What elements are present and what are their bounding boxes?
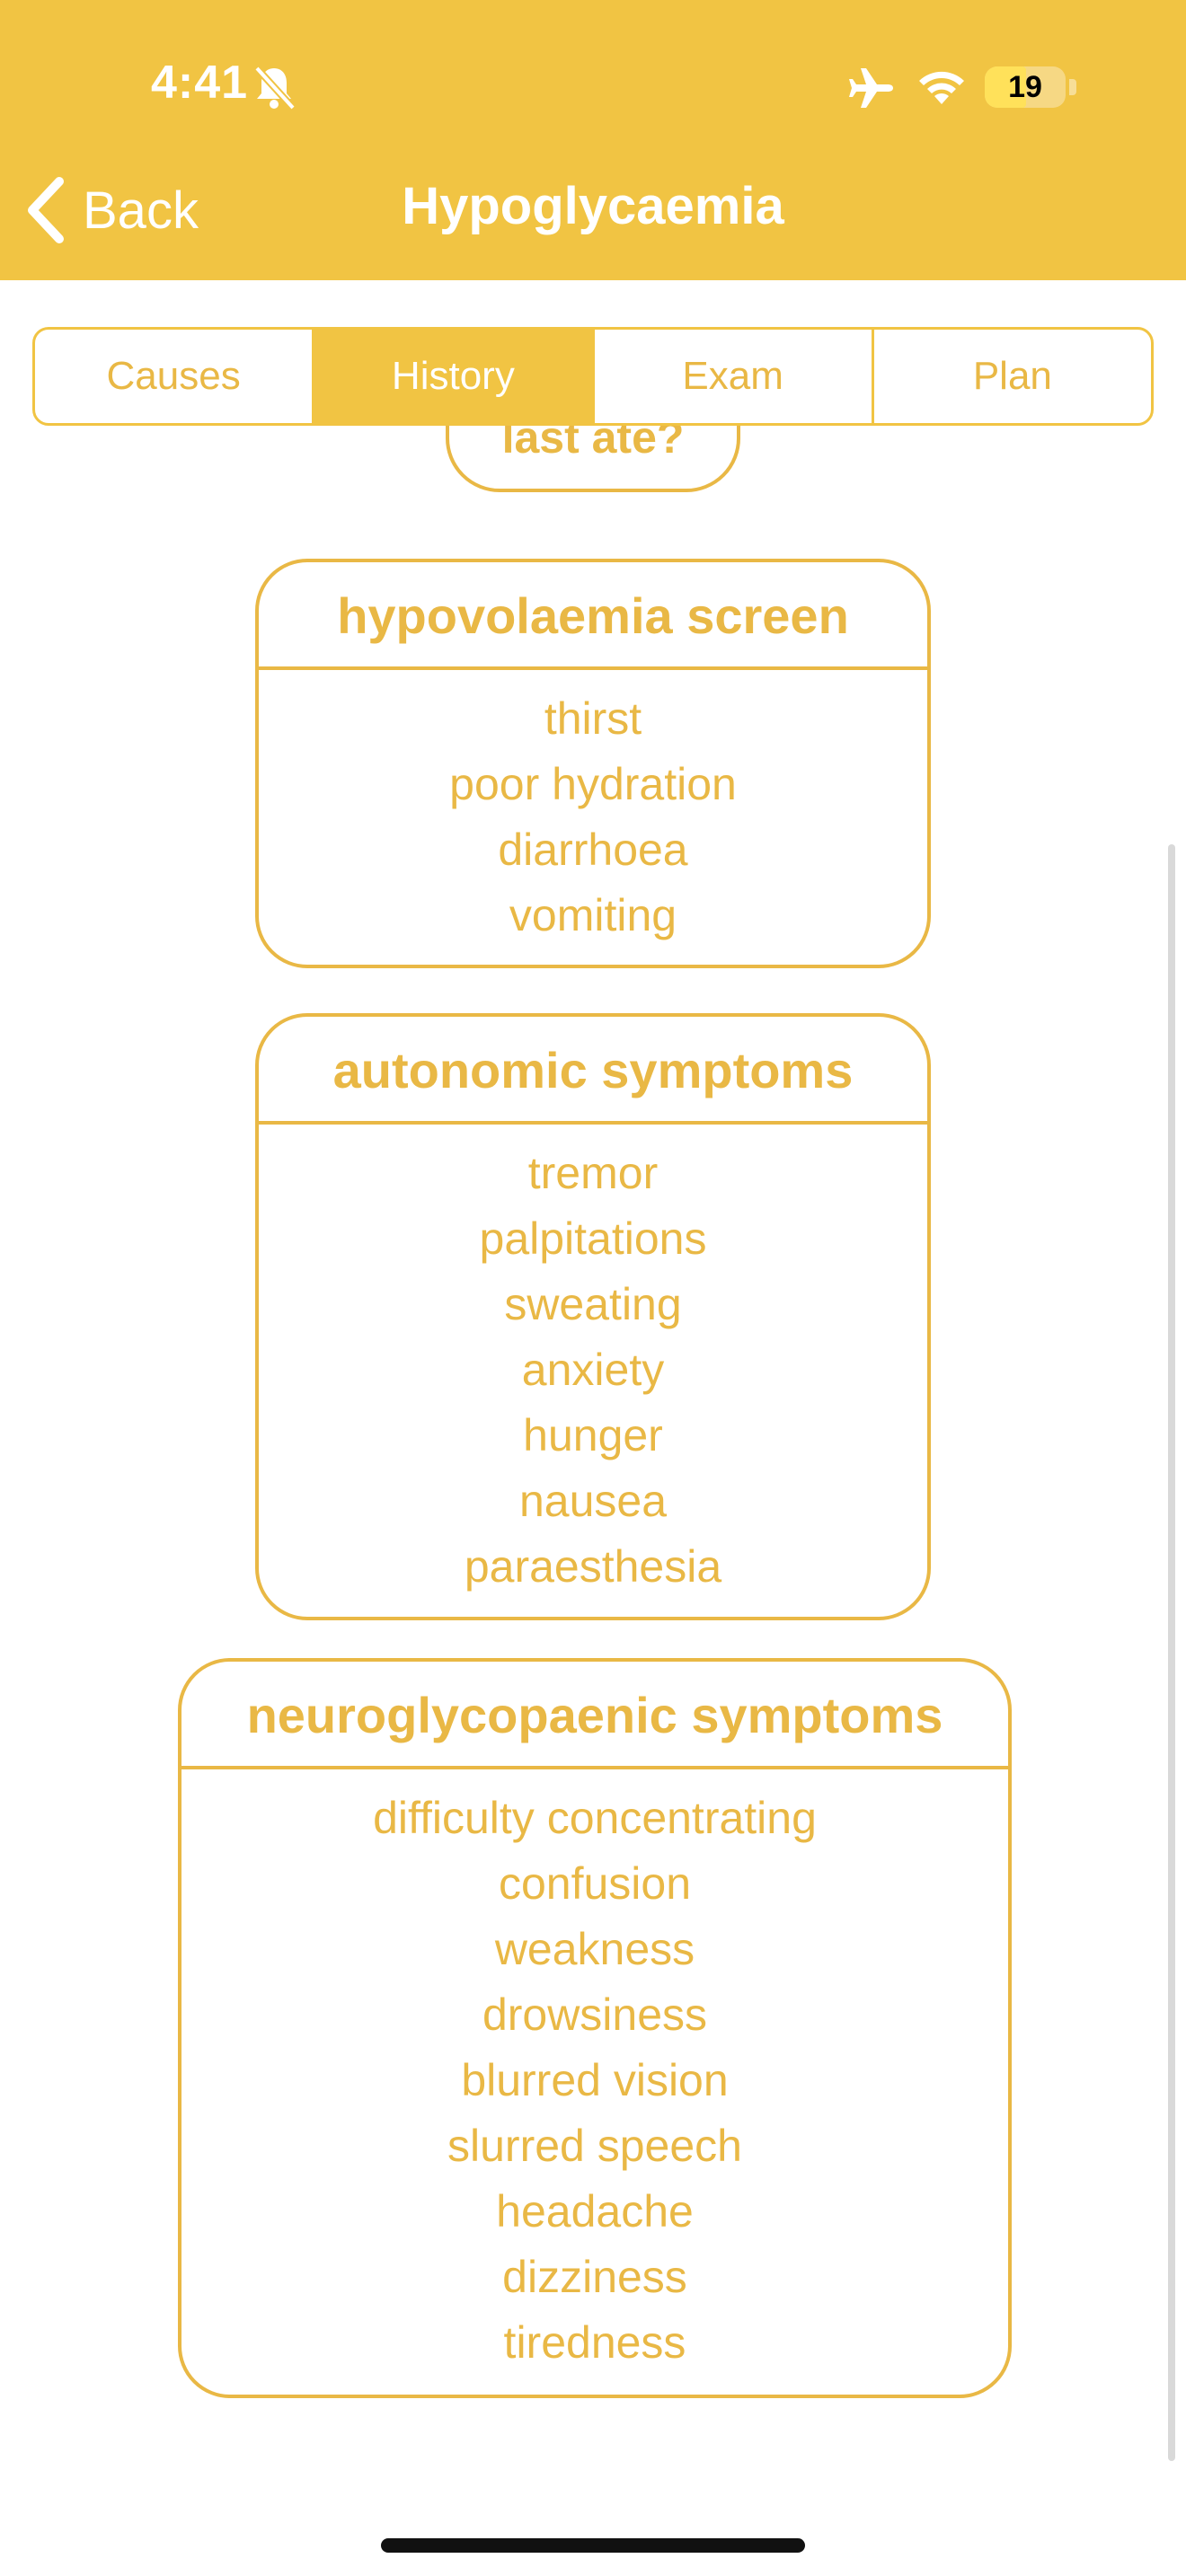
list-item: paraesthesia: [464, 1541, 722, 1592]
list-item: tiredness: [503, 2317, 686, 2368]
list-item: palpitations: [479, 1213, 707, 1264]
card-title: neuroglycopaenic symptoms: [181, 1662, 1008, 1769]
card-last-ate: last ate?: [446, 426, 740, 492]
card-title: autonomic symptoms: [259, 1017, 927, 1125]
list-item: difficulty concentrating: [373, 1793, 817, 1843]
app-screen: 4:41 19 Back Hypoglycaemia Causes Histor…: [0, 0, 1186, 2576]
card-hypovolaemia: hypovolaemia screen thirst poor hydratio…: [255, 559, 931, 968]
segmented-control: Causes History Exam Plan: [32, 327, 1154, 426]
card-title: hypovolaemia screen: [259, 562, 927, 670]
list-item: blurred vision: [461, 2055, 729, 2105]
status-time: 4:41: [151, 57, 249, 109]
airplane-icon: [849, 68, 893, 108]
card-autonomic: autonomic symptoms tremor palpitations s…: [255, 1013, 931, 1620]
list-item: sweating: [504, 1279, 682, 1329]
wifi-icon: [919, 71, 964, 104]
header: 4:41 19 Back Hypoglycaemia: [0, 0, 1186, 280]
list-item: dizziness: [502, 2252, 687, 2302]
list-item: tremor: [527, 1148, 659, 1198]
list-item: vomiting: [509, 890, 677, 940]
list-item: headache: [496, 2186, 694, 2236]
list-item: nausea: [518, 1476, 668, 1526]
tab-exam[interactable]: Exam: [591, 330, 872, 423]
tab-history[interactable]: History: [312, 330, 592, 423]
tab-plan[interactable]: Plan: [871, 330, 1151, 423]
card-items: tremor palpitations sweating anxiety hun…: [259, 1125, 927, 1600]
battery-cap: [1069, 79, 1076, 95]
home-indicator[interactable]: [381, 2538, 805, 2553]
battery-icon: 19: [985, 66, 1066, 108]
list-item: confusion: [498, 1858, 692, 1909]
list-item: hunger: [523, 1410, 663, 1460]
bell-slash-icon: [254, 66, 296, 110]
list-item: anxiety: [521, 1345, 665, 1395]
scroll-content[interactable]: last ate? hypovolaemia screen thirst poo…: [0, 426, 1186, 2576]
tab-causes[interactable]: Causes: [35, 330, 312, 423]
scrollbar[interactable]: [1168, 844, 1175, 2461]
list-item: drowsiness: [482, 1989, 708, 2040]
card-items: thirst poor hydration diarrhoea vomiting: [259, 670, 927, 948]
list-item: poor hydration: [449, 759, 737, 809]
list-item: slurred speech: [447, 2121, 742, 2171]
card-items: difficulty concentrating confusion weakn…: [181, 1769, 1008, 2376]
battery-percent: 19: [1008, 70, 1042, 104]
list-item: thirst: [544, 693, 642, 744]
page-title: Hypoglycaemia: [402, 177, 784, 235]
list-item: weakness: [494, 1924, 695, 1974]
card-neuroglycopaenic: neuroglycopaenic symptoms difficulty con…: [178, 1658, 1012, 2398]
list-item: diarrhoea: [498, 825, 688, 875]
